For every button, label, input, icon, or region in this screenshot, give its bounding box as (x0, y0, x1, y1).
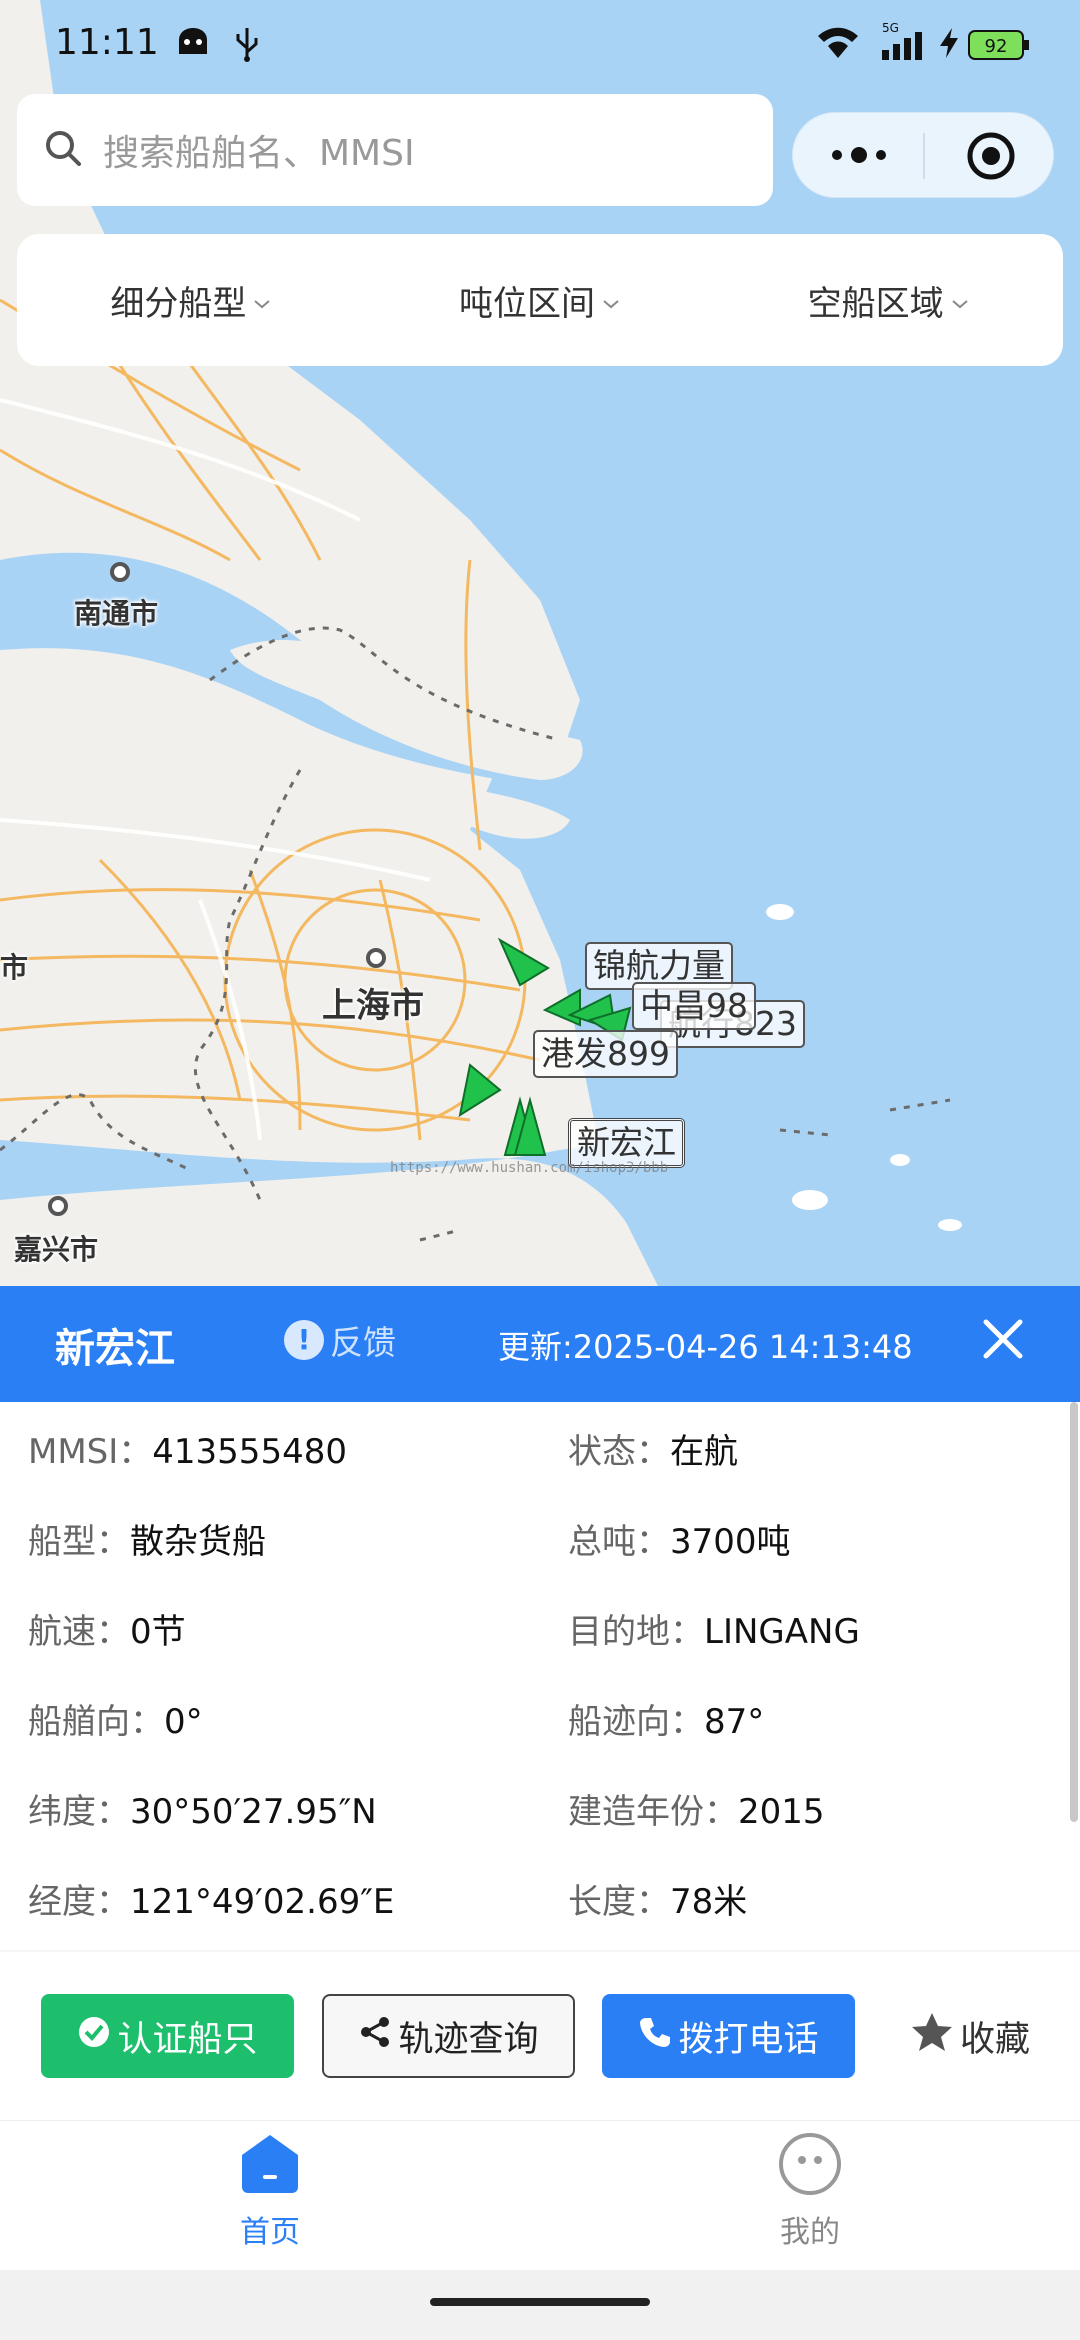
call-button[interactable]: 拨打电话 (602, 1994, 855, 2078)
filter-label: 空船区域 (807, 283, 944, 324)
tab-mine[interactable]: 我的 (660, 2131, 960, 2251)
bottom-tab-bar: 首页 我的 (0, 2120, 1080, 2270)
info-build-year: 建造年份：2015 (568, 1792, 825, 1832)
info-speed: 航速：0节 (28, 1612, 186, 1652)
verify-ship-label: 认证船只 (117, 2019, 258, 2060)
info-length: 长度：78米 (568, 1882, 748, 1922)
svg-text:92: 92 (985, 36, 1008, 57)
info-heading: 船艏向：0° (28, 1702, 203, 1742)
ship-name: 新宏江 (55, 1326, 175, 1372)
status-time: 11:11 (55, 22, 159, 63)
close-button[interactable] (978, 1314, 1028, 1364)
ship-info-panel[interactable]: MMSI：413555480 状态：在航 船型：散杂货船 总吨：3700吨 航速… (0, 1402, 1080, 1950)
track-query-label: 轨迹查询 (398, 2019, 539, 2060)
usb-icon (234, 26, 260, 66)
info-gross-tonnage: 总吨：3700吨 (568, 1522, 791, 1562)
filter-ship-type[interactable]: 细分船型 (17, 234, 366, 366)
home-indicator[interactable] (430, 2298, 650, 2306)
mini-program-capsule (792, 112, 1054, 198)
feedback-label: 反馈 (330, 1323, 396, 1362)
scrollbar[interactable] (1070, 1402, 1078, 1822)
info-longitude: 经度：121°49′02.69″E (28, 1882, 395, 1922)
target-icon[interactable] (965, 130, 1017, 186)
favorite-button[interactable]: 收藏 (880, 1994, 1060, 2078)
info-latitude: 纬度：30°50′27.95″N (28, 1792, 377, 1832)
more-dots-icon[interactable] (827, 137, 891, 177)
phone-icon (638, 2015, 678, 2058)
tab-home-label: 首页 (240, 2215, 300, 2250)
ship-label[interactable]: 中昌98 (632, 982, 756, 1030)
info-mmsi: MMSI：413555480 (28, 1432, 347, 1472)
chevron-down-icon (950, 280, 970, 320)
tab-home[interactable]: 首页 (120, 2131, 420, 2251)
smiley-icon (776, 2131, 844, 2201)
map-watermark: https://www.hushan.com/ishop3/bbb (390, 1160, 669, 1176)
check-circle-icon (77, 2015, 117, 2058)
city-label-partial: 市 (0, 951, 29, 984)
info-ship-type: 船型：散杂货船 (28, 1522, 266, 1562)
favorite-label: 收藏 (959, 2019, 1030, 2060)
status-bar: 11:11 5G 92 (0, 0, 1080, 90)
info-course: 船迹向：87° (568, 1702, 765, 1742)
home-icon (236, 2131, 304, 2201)
signal-icon: 5G (878, 20, 924, 66)
filter-label: 吨位区间 (459, 283, 595, 324)
wifi-icon (816, 26, 860, 64)
info-status: 状态：在航 (568, 1432, 738, 1472)
capsule-divider (923, 133, 925, 179)
action-bar: 认证船只 轨迹查询 拨打电话 收藏 (0, 1952, 1080, 2120)
city-label-jiaxing: 嘉兴市 (14, 1233, 99, 1266)
ship-label[interactable]: 港发899 (533, 1030, 678, 1078)
update-time: 更新:2025-04-26 14:13:48 (498, 1328, 913, 1366)
city-label-shanghai: 上海市 (322, 986, 424, 1026)
verify-ship-button[interactable]: 认证船只 (41, 1994, 294, 2078)
svg-text:5G: 5G (882, 21, 899, 35)
filter-empty-area[interactable]: 空船区域 (714, 234, 1063, 366)
city-label-nantong: 南通市 (74, 597, 159, 630)
search-placeholder: 搜索船舶名、MMSI (103, 133, 415, 174)
star-icon (910, 2010, 960, 2063)
ship-panel-header: 新宏江 ! 反馈 更新:2025-04-26 14:13:48 (0, 1286, 1080, 1402)
info-destination: 目的地：LINGANG (568, 1612, 860, 1652)
track-query-button[interactable]: 轨迹查询 (322, 1994, 575, 2078)
search-input[interactable]: 搜索船舶名、MMSI (17, 94, 773, 206)
share-icon (358, 2015, 398, 2058)
call-label: 拨打电话 (678, 2019, 819, 2060)
search-icon (43, 128, 83, 172)
feedback-button[interactable]: ! 反馈 (284, 1316, 396, 1364)
chevron-down-icon (601, 280, 621, 320)
close-icon (978, 1319, 1028, 1368)
system-nav-area (0, 2270, 1080, 2340)
charging-icon (938, 26, 960, 64)
battery-icon: 92 (968, 30, 1030, 64)
filter-label: 细分船型 (110, 283, 247, 324)
android-icon (176, 26, 210, 60)
chevron-down-icon (252, 280, 272, 320)
tab-mine-label: 我的 (780, 2215, 840, 2250)
filter-bar: 细分船型 吨位区间 空船区域 (17, 234, 1063, 366)
filter-tonnage[interactable]: 吨位区间 (366, 234, 715, 366)
exclamation-icon: ! (284, 1320, 324, 1360)
